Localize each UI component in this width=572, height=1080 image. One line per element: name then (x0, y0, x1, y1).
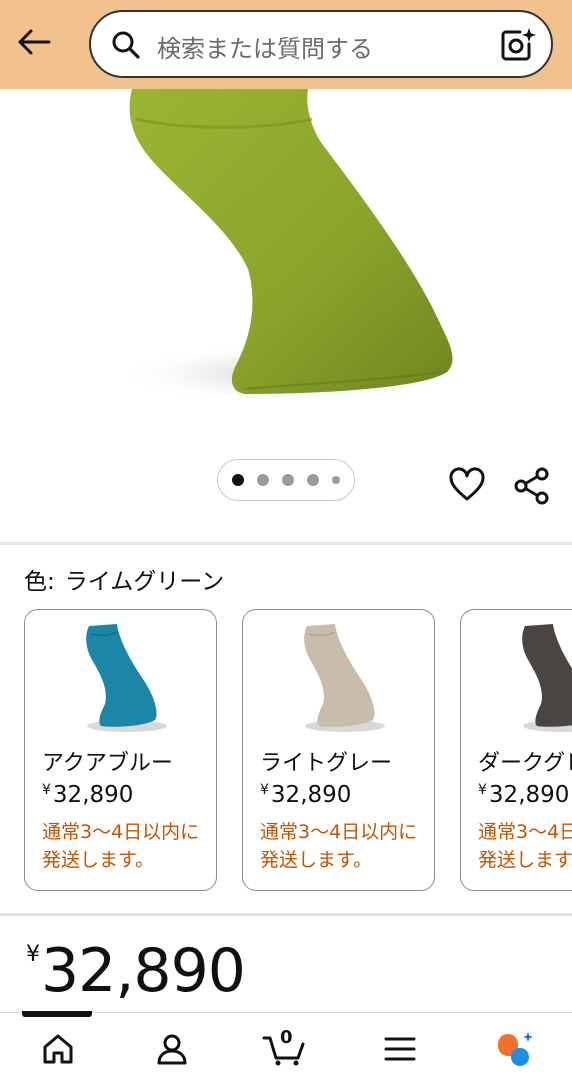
carousel-dot[interactable] (332, 476, 340, 484)
color-option-price: ¥32,890 (42, 782, 134, 808)
color-option-light-gray[interactable]: ライトグレー ¥32,890 通常3～4日以内に発送します。 (242, 609, 435, 891)
section-divider (0, 913, 572, 916)
product-photo (115, 89, 465, 404)
nav-menu[interactable] (378, 1029, 422, 1069)
carousel-dot[interactable] (282, 474, 294, 486)
shipping-info: 通常3～4日以内に発送します。 (478, 821, 572, 871)
color-option-price: ¥32,890 (260, 782, 352, 808)
header-bar: 検索または質問する (0, 0, 572, 89)
carousel-dot-active[interactable] (232, 474, 244, 486)
rufus-icon (498, 1032, 533, 1066)
color-option-name: ライトグレー (260, 751, 393, 776)
carousel-dot[interactable] (307, 474, 319, 486)
section-divider (0, 542, 572, 545)
image-carousel-indicator[interactable] (217, 459, 355, 501)
nav-cart[interactable]: 0 (262, 1027, 306, 1069)
camera-sparkle-icon[interactable] (499, 26, 537, 64)
color-option-name: アクアブルー (42, 751, 173, 776)
nav-account[interactable] (150, 1029, 194, 1069)
shipping-info: 通常3～4日以内に発送します。 (42, 821, 200, 871)
search-icon (112, 31, 140, 59)
product-price: ¥32,890 (26, 936, 246, 1006)
active-tab-indicator (22, 1011, 92, 1017)
share-icon[interactable] (512, 466, 552, 506)
account-icon (157, 1034, 187, 1065)
search-placeholder: 検索または質問する (157, 35, 373, 63)
color-swatch-list[interactable]: アクアブルー ¥32,890 通常3～4日以内に発送します。 ライトグレー ¥3… (24, 609, 572, 893)
color-thumbnail (86, 624, 167, 732)
product-image[interactable] (0, 89, 572, 449)
color-option-aqua-blue[interactable]: アクアブルー ¥32,890 通常3～4日以内に発送します。 (24, 609, 217, 891)
color-thumbnail (522, 624, 572, 732)
selected-color-value: ライムグリーン (64, 569, 225, 595)
cart-count: 0 (280, 1027, 293, 1048)
color-thumbnail (304, 624, 385, 732)
home-icon (43, 1034, 73, 1064)
color-option-price: ¥32,890 (478, 782, 570, 808)
color-option-dark-gray[interactable]: ダークグレー ¥32,890 通常3～4日以内に発送します。 (460, 609, 572, 891)
color-label-row: 色: ライムグリーン (24, 562, 224, 596)
currency-symbol: ¥ (26, 942, 40, 967)
price-amount: 32,890 (41, 936, 246, 1006)
nav-home[interactable] (36, 1029, 80, 1069)
bottom-navigation: 0 (0, 1011, 572, 1080)
shipping-info: 通常3～4日以内に発送します。 (260, 821, 418, 871)
menu-icon (384, 1037, 416, 1061)
arrow-left-icon (18, 29, 51, 55)
back-button[interactable] (14, 22, 54, 62)
nav-rufus[interactable] (492, 1029, 536, 1069)
heart-icon[interactable] (448, 466, 486, 504)
color-label: 色: (24, 569, 55, 595)
search-input[interactable]: 検索または質問する (89, 10, 553, 78)
color-option-name: ダークグレー (478, 751, 572, 776)
carousel-dot[interactable] (257, 474, 269, 486)
